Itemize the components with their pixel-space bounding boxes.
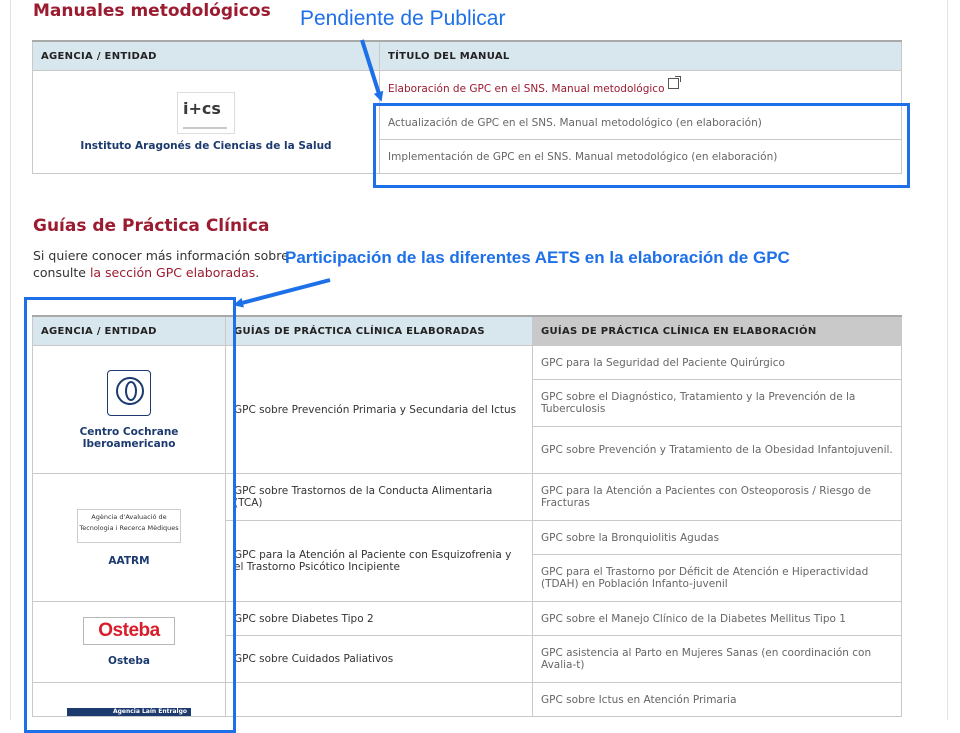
- arrow-to-aets: [233, 278, 331, 308]
- arrow-to-pending: [360, 39, 384, 102]
- annotation-arrows: [233, 39, 384, 308]
